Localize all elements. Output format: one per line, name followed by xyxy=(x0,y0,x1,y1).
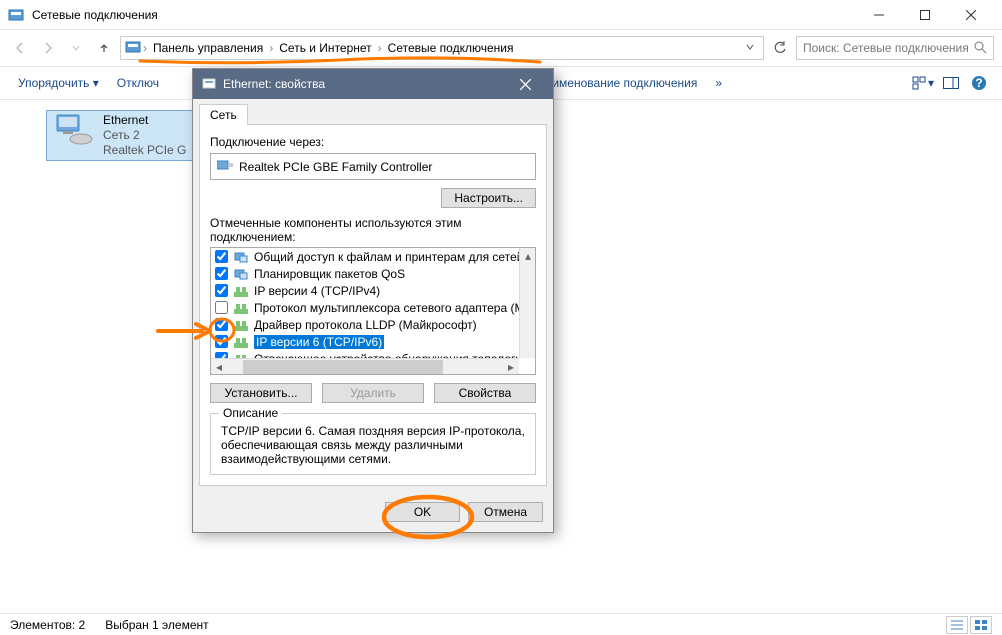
window-titlebar: Сетевые подключения xyxy=(0,0,1002,30)
component-item[interactable]: Планировщик пакетов QoS xyxy=(211,265,519,282)
search-input[interactable]: Поиск: Сетевые подключения xyxy=(796,36,994,60)
service-icon xyxy=(234,268,248,280)
adapter-box: Realtek PCIe GBE Family Controller xyxy=(210,153,536,180)
dialog-tabs: Сеть xyxy=(193,99,553,124)
component-label: Протокол мультиплексора сетевого адаптер… xyxy=(254,301,519,315)
component-checkbox[interactable] xyxy=(215,284,228,297)
adapter-controller-name: Realtek PCIe GBE Family Controller xyxy=(239,160,432,174)
description-group: Описание TCP/IP версии 6. Самая поздняя … xyxy=(210,413,536,475)
scroll-right-icon[interactable]: ▸ xyxy=(503,359,519,375)
component-checkbox[interactable] xyxy=(215,301,228,314)
description-text: TCP/IP версии 6. Самая поздняя версия IP… xyxy=(221,424,525,466)
components-label: Отмеченные компоненты используются этим … xyxy=(210,216,536,244)
chevron-right-icon[interactable]: › xyxy=(378,41,382,55)
component-checkbox[interactable] xyxy=(215,267,228,280)
description-legend: Описание xyxy=(219,406,282,420)
properties-button[interactable]: Свойства xyxy=(434,383,536,403)
adapter-device: Realtek PCIe G xyxy=(103,143,186,158)
back-button[interactable] xyxy=(8,36,32,60)
status-elements-count: Элементов: 2 xyxy=(10,618,85,632)
component-item[interactable]: Протокол мультиплексора сетевого адаптер… xyxy=(211,299,519,316)
protocol-icon xyxy=(234,302,248,314)
disable-command[interactable]: Отключ xyxy=(109,72,167,94)
breadcrumb-item[interactable]: Панель управления xyxy=(149,41,267,55)
install-button[interactable]: Установить... xyxy=(210,383,312,403)
breadcrumb-item[interactable]: Сетевые подключения xyxy=(384,41,518,55)
component-item[interactable]: Общий доступ к файлам и принтерам для се… xyxy=(211,248,519,265)
adapter-network: Сеть 2 xyxy=(103,128,186,143)
dialog-titlebar[interactable]: Ethernet: свойства xyxy=(193,69,553,99)
breadcrumb-root-icon xyxy=(125,39,141,58)
breadcrumb-item[interactable]: Сеть и Интернет xyxy=(275,41,375,55)
search-placeholder: Поиск: Сетевые подключения xyxy=(803,41,969,55)
component-label: IP версии 4 (TCP/IPv4) xyxy=(254,284,380,298)
forward-button[interactable] xyxy=(36,36,60,60)
chevron-right-icon[interactable]: › xyxy=(143,41,147,55)
dialog-panel: Подключение через: Realtek PCIe GBE Fami… xyxy=(199,124,547,486)
search-icon xyxy=(973,40,987,57)
component-item[interactable]: Драйвер протокола LLDP (Майкрософт) xyxy=(211,316,519,333)
scroll-thumb[interactable] xyxy=(243,360,443,374)
address-bar[interactable]: › Панель управления › Сеть и Интернет › … xyxy=(120,36,764,60)
component-label: Общий доступ к файлам и принтерам для се… xyxy=(254,250,519,264)
service-icon xyxy=(234,251,248,263)
up-button[interactable] xyxy=(92,36,116,60)
preview-pane-button[interactable] xyxy=(938,70,964,96)
minimize-button[interactable] xyxy=(856,0,902,30)
component-label: IP версии 6 (TCP/IPv6) xyxy=(254,335,384,349)
vertical-scrollbar[interactable]: ▴ xyxy=(519,248,535,358)
ok-button[interactable]: OK xyxy=(385,502,460,522)
rename-command[interactable]: реименование подключения xyxy=(531,72,705,94)
horizontal-scrollbar[interactable]: ◂ ▸ xyxy=(211,358,519,374)
protocol-icon xyxy=(234,319,248,331)
status-selected-count: Выбран 1 элемент xyxy=(105,618,208,632)
dialog-icon xyxy=(201,76,217,92)
cancel-button[interactable]: Отмена xyxy=(468,502,543,522)
svg-text:?: ? xyxy=(975,76,982,90)
recent-dropdown-icon[interactable] xyxy=(64,36,88,60)
connect-via-label: Подключение через: xyxy=(210,135,536,149)
adapter-name: Ethernet xyxy=(103,113,186,128)
maximize-button[interactable] xyxy=(902,0,948,30)
properties-dialog: Ethernet: свойства Сеть Подключение чере… xyxy=(192,68,554,533)
component-checkbox[interactable] xyxy=(215,335,228,348)
address-dropdown-icon[interactable] xyxy=(741,41,759,55)
component-label: Планировщик пакетов QoS xyxy=(254,267,405,281)
navigation-bar: › Панель управления › Сеть и Интернет › … xyxy=(0,30,1002,66)
component-item[interactable]: IP версии 4 (TCP/IPv4) xyxy=(211,282,519,299)
dialog-title: Ethernet: свойства xyxy=(223,77,505,91)
chevron-right-icon[interactable]: › xyxy=(269,41,273,55)
configure-button[interactable]: Настроить... xyxy=(441,188,536,208)
component-label: Драйвер протокола LLDP (Майкрософт) xyxy=(254,318,477,332)
scroll-up-icon[interactable]: ▴ xyxy=(520,248,536,264)
large-icons-view-button[interactable] xyxy=(970,616,992,634)
dialog-close-button[interactable] xyxy=(505,69,545,99)
details-view-button[interactable] xyxy=(946,616,968,634)
network-adapter-item[interactable]: Ethernet Сеть 2 Realtek PCIe G xyxy=(46,110,193,161)
view-thumbnails-button[interactable]: ▾ xyxy=(910,70,936,96)
status-bar: Элементов: 2 Выбран 1 элемент xyxy=(0,613,1002,635)
component-checkbox[interactable] xyxy=(215,318,228,331)
scroll-left-icon[interactable]: ◂ xyxy=(211,359,227,375)
tab-network[interactable]: Сеть xyxy=(199,104,248,125)
window-icon xyxy=(8,7,24,23)
protocol-icon xyxy=(234,285,248,297)
organize-menu[interactable]: Упорядочить ▾ xyxy=(10,72,107,94)
uninstall-button: Удалить xyxy=(322,383,424,403)
help-button[interactable]: ? xyxy=(966,70,992,96)
close-button[interactable] xyxy=(948,0,994,30)
window-title: Сетевые подключения xyxy=(32,8,856,22)
adapter-icon xyxy=(53,113,93,147)
refresh-button[interactable] xyxy=(768,36,792,60)
nic-icon xyxy=(217,158,233,175)
components-list[interactable]: Общий доступ к файлам и принтерам для се… xyxy=(210,247,536,375)
more-commands[interactable]: » xyxy=(707,72,730,94)
component-item[interactable]: IP версии 6 (TCP/IPv6) xyxy=(211,333,519,350)
component-checkbox[interactable] xyxy=(215,250,228,263)
protocol-icon xyxy=(234,336,248,348)
